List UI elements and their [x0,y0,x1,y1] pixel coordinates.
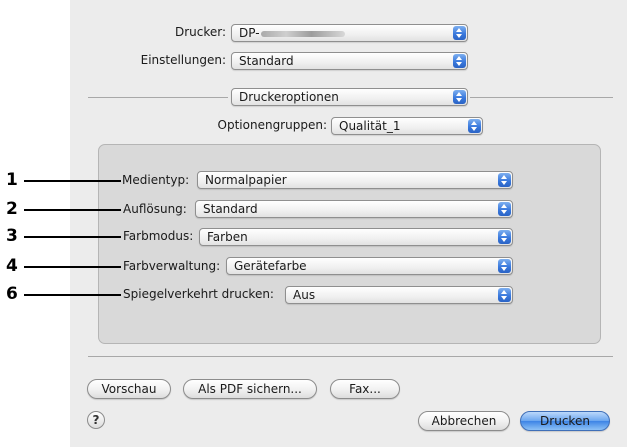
popup-arrows-icon [498,202,511,216]
mirror-print-popup[interactable]: Aus [285,286,513,304]
settings-value: Standard [239,54,294,68]
callout-number: 3 [6,226,18,246]
popup-arrows-icon [453,54,466,68]
redacted-printer-name [260,30,345,37]
callout-leader-line [24,266,121,268]
panel-selector-value: Druckeroptionen [239,90,339,104]
option-groups-label: Optionengruppen: [217,118,327,132]
fax-button[interactable]: Fax... [330,379,400,399]
divider-left [88,97,228,98]
save-as-pdf-button[interactable]: Als PDF sichern... [183,379,317,399]
mirror-print-value: Aus [293,288,316,302]
resolution-popup[interactable]: Standard [195,200,513,218]
popup-arrows-icon [498,288,511,302]
popup-arrows-icon [498,173,511,187]
popup-arrows-icon [498,259,511,273]
color-mode-value: Farben [207,230,248,244]
callout-number: 4 [6,256,18,276]
printer-popup[interactable]: DP- [231,24,468,42]
help-icon[interactable]: ? [87,411,105,429]
callout-leader-line [24,294,121,296]
popup-arrows-icon [498,230,511,244]
popup-arrows-icon [468,119,481,133]
option-groups-value: Qualität_1 [339,119,401,133]
popup-arrows-icon [453,26,466,40]
option-groups-popup[interactable]: Qualität_1 [331,117,483,135]
callout-leader-line [24,209,121,211]
callout-leader-line [24,236,121,238]
callout-leader-line [24,180,121,182]
callout-number: 1 [6,170,18,190]
preview-button[interactable]: Vorschau [87,379,171,399]
mirror-print-label: Spiegelverkehrt drucken: [123,287,274,301]
color-mode-popup[interactable]: Farben [199,228,513,246]
color-mode-label: Farbmodus: [123,229,194,243]
printer-value: DP- [239,26,260,40]
color-management-value: Gerätefarbe [234,259,307,273]
panel-selector-popup[interactable]: Druckeroptionen [231,88,468,106]
media-type-label: Medientyp: [122,173,190,187]
settings-popup[interactable]: Standard [231,52,468,70]
color-management-label: Farbverwaltung: [123,259,221,273]
resolution-value: Standard [203,202,258,216]
print-button[interactable]: Drucken [520,411,610,431]
media-type-value: Normalpapier [205,173,287,187]
callout-number: 2 [6,199,18,219]
printer-label: Drucker: [174,25,226,39]
cancel-button[interactable]: Abbrechen [418,411,510,431]
popup-arrows-icon [453,90,466,104]
resolution-label: Auflösung: [123,202,187,216]
callout-number: 6 [6,284,18,304]
color-management-popup[interactable]: Gerätefarbe [226,257,513,275]
settings-label: Einstellungen: [140,53,226,67]
bottom-divider [88,356,613,357]
divider-right [470,97,613,98]
media-type-popup[interactable]: Normalpapier [197,171,513,189]
